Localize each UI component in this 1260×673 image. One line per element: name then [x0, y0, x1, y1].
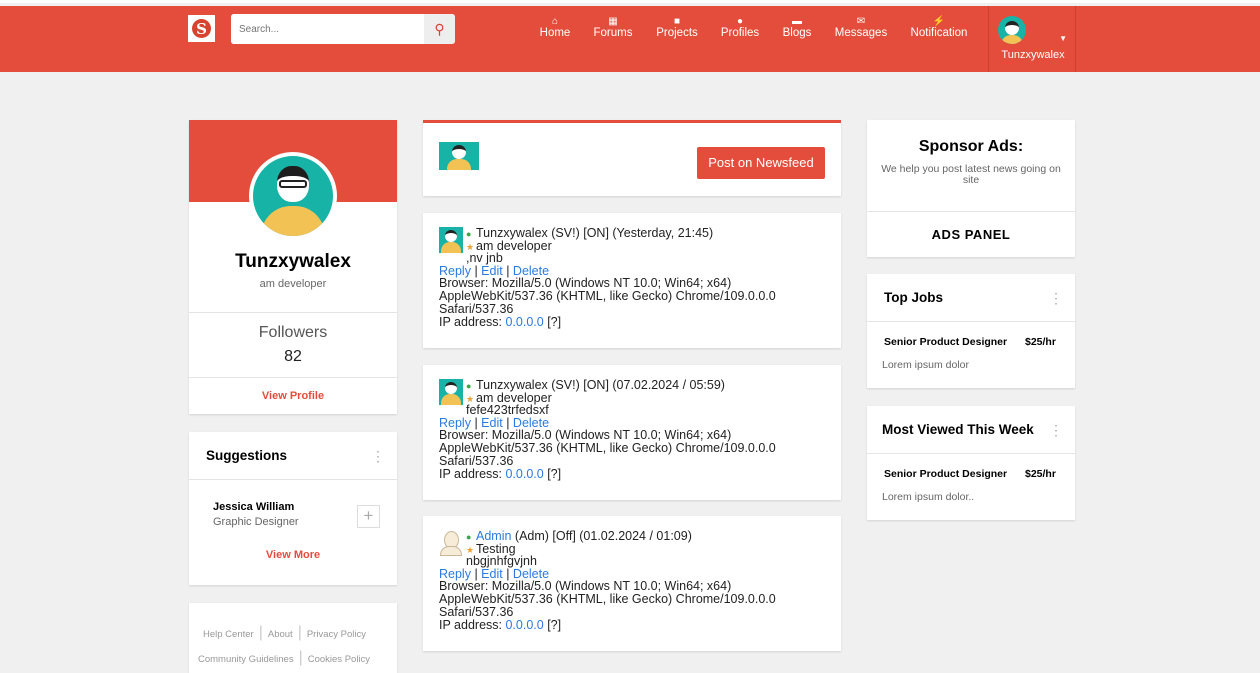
- job-description: Lorem ipsum dolor: [882, 359, 969, 371]
- ip-help-link[interactable]: [?]: [547, 618, 561, 632]
- cookies-policy-link[interactable]: Cookies Policy: [308, 654, 370, 665]
- post-card: ● Tunzxywalex (SV!) [ON] (07.02.2024 / 05…: [423, 365, 841, 500]
- nav-label: Notification: [910, 27, 968, 39]
- top-jobs-title: Top Jobs: [884, 290, 943, 305]
- star-icon: ★: [466, 241, 475, 252]
- job-title[interactable]: Senior Product Designer: [884, 336, 1007, 348]
- followers-label: Followers: [258, 324, 328, 341]
- suggestion-name[interactable]: Jessica William: [213, 501, 294, 513]
- composer-avatar: [439, 142, 479, 170]
- user-icon: ●: [466, 532, 472, 542]
- ip-address-link[interactable]: 0.0.0.0: [505, 467, 543, 481]
- post-avatar: [439, 227, 463, 253]
- profile-card: Tunzxywalex am developer Followers 82 Vi…: [189, 120, 397, 414]
- job-rate: $25/hr: [1025, 336, 1056, 348]
- nav-messages[interactable]: ✉ Messages: [835, 16, 887, 39]
- user-icon: ●: [466, 381, 472, 391]
- ip-address-link[interactable]: 0.0.0.0: [505, 315, 543, 329]
- most-viewed-card: Most Viewed This Week ⋮ Senior Product D…: [867, 406, 1075, 520]
- sponsor-title: Sponsor Ads:: [918, 138, 1024, 155]
- briefcase-icon: ▬: [792, 16, 802, 27]
- ip-help-link[interactable]: [?]: [547, 315, 561, 329]
- job-title[interactable]: Senior Product Designer: [884, 468, 1007, 480]
- add-suggestion-button[interactable]: +: [357, 505, 380, 528]
- followers-count: 82: [284, 348, 302, 365]
- ip-help-link[interactable]: [?]: [547, 467, 561, 481]
- username: Tunzxywalex: [1001, 49, 1065, 61]
- sponsor-ads-card: Sponsor Ads: We help you post latest new…: [867, 120, 1075, 257]
- most-viewed-title: Most Viewed This Week: [882, 422, 1034, 437]
- about-link[interactable]: About: [268, 629, 293, 640]
- post-card: ● Admin (Adm) [Off] (01.02.2024 / 01:09) …: [423, 516, 841, 651]
- profile-name: Tunzxywalex: [235, 251, 351, 272]
- view-more-link[interactable]: View More: [189, 549, 397, 561]
- user-icon: ●: [466, 229, 472, 239]
- community-guidelines-link[interactable]: Community Guidelines: [198, 654, 294, 665]
- user-avatar: [998, 16, 1026, 44]
- envelope-icon: ✉: [856, 16, 866, 27]
- nav-projects[interactable]: ■ Projects: [656, 16, 698, 39]
- post-meta: (SV!) [ON] (07.02.2024 / 05:59): [547, 378, 725, 392]
- star-icon: ★: [466, 544, 475, 555]
- ip-address-link[interactable]: 0.0.0.0: [505, 618, 543, 632]
- more-options-icon[interactable]: ⋮: [1049, 422, 1063, 439]
- footer-links-card: Help Center | About | Privacy Policy Communi…: [189, 603, 397, 673]
- star-icon: ★: [466, 393, 475, 404]
- chevron-down-icon: ▼: [1059, 34, 1067, 43]
- more-options-icon[interactable]: ⋮: [371, 448, 385, 465]
- more-options-icon[interactable]: ⋮: [1049, 290, 1063, 307]
- job-description: Lorem ipsum dolor..: [882, 491, 975, 503]
- ip-label: IP address:: [439, 314, 506, 329]
- nav-label: Messages: [834, 27, 888, 39]
- puzzle-icon: ■: [673, 16, 681, 27]
- profile-tagline: am developer: [259, 278, 327, 290]
- site-logo[interactable]: S: [188, 15, 215, 42]
- post-composer: Post on Newsfeed: [423, 120, 841, 196]
- post-avatar: [439, 379, 463, 405]
- nav-label: Forums: [593, 27, 633, 39]
- ads-panel-link[interactable]: ADS PANEL: [867, 227, 1075, 242]
- sponsor-text: We help you post latest news going on si…: [881, 163, 1061, 186]
- post-on-newsfeed-button[interactable]: Post on Newsfeed: [697, 147, 825, 179]
- nav-label: Home: [539, 27, 571, 39]
- privacy-policy-link[interactable]: Privacy Policy: [307, 629, 366, 640]
- user-menu[interactable]: ▼ Tunzxywalex: [988, 6, 1076, 72]
- user-icon: ●: [736, 16, 744, 27]
- help-center-link[interactable]: Help Center: [203, 629, 254, 640]
- post-card: ● Tunzxywalex (SV!) [ON] (Yesterday, 21:4…: [423, 213, 841, 348]
- building-icon: ▦: [608, 16, 618, 27]
- nav-notification[interactable]: ⚡ Notification: [911, 16, 968, 39]
- nav-label: Projects: [656, 27, 698, 39]
- profile-avatar: [249, 152, 337, 240]
- nav-forums[interactable]: ▦ Forums: [594, 16, 633, 39]
- suggestions-title: Suggestions: [206, 448, 288, 463]
- bolt-icon: ⚡: [932, 16, 946, 27]
- post-meta: (SV!) [ON] (Yesterday, 21:45): [547, 226, 714, 240]
- home-icon: ⌂: [551, 16, 559, 27]
- ip-label: IP address:: [439, 617, 506, 632]
- search-bar: ⚲: [231, 14, 455, 44]
- top-navbar: S ⚲ ⌂ Home ▦ Forums ■ Projects ● Profile…: [0, 6, 1260, 72]
- logo-letter: S: [192, 19, 211, 38]
- nav-home[interactable]: ⌂ Home: [540, 16, 571, 39]
- suggestions-card: Suggestions ⋮ Jessica William Graphic De…: [189, 432, 397, 585]
- plus-icon: +: [363, 506, 374, 525]
- job-rate: $25/hr: [1025, 468, 1056, 480]
- search-input[interactable]: [231, 14, 421, 44]
- search-button[interactable]: ⚲: [424, 14, 455, 44]
- suggestion-role: Graphic Designer: [213, 516, 299, 528]
- nav-label: Blogs: [782, 27, 812, 39]
- post-avatar-default: [439, 530, 463, 556]
- ip-label: IP address:: [439, 466, 506, 481]
- post-meta: (Adm) [Off] (01.02.2024 / 01:09): [511, 529, 692, 543]
- search-icon: ⚲: [434, 20, 445, 37]
- nav-profiles[interactable]: ● Profiles: [721, 16, 759, 39]
- top-jobs-card: Top Jobs ⋮ Senior Product Designer $25/h…: [867, 274, 1075, 388]
- nav-blogs[interactable]: ▬ Blogs: [783, 16, 812, 39]
- nav-label: Profiles: [720, 27, 760, 39]
- view-profile-link[interactable]: View Profile: [189, 390, 397, 402]
